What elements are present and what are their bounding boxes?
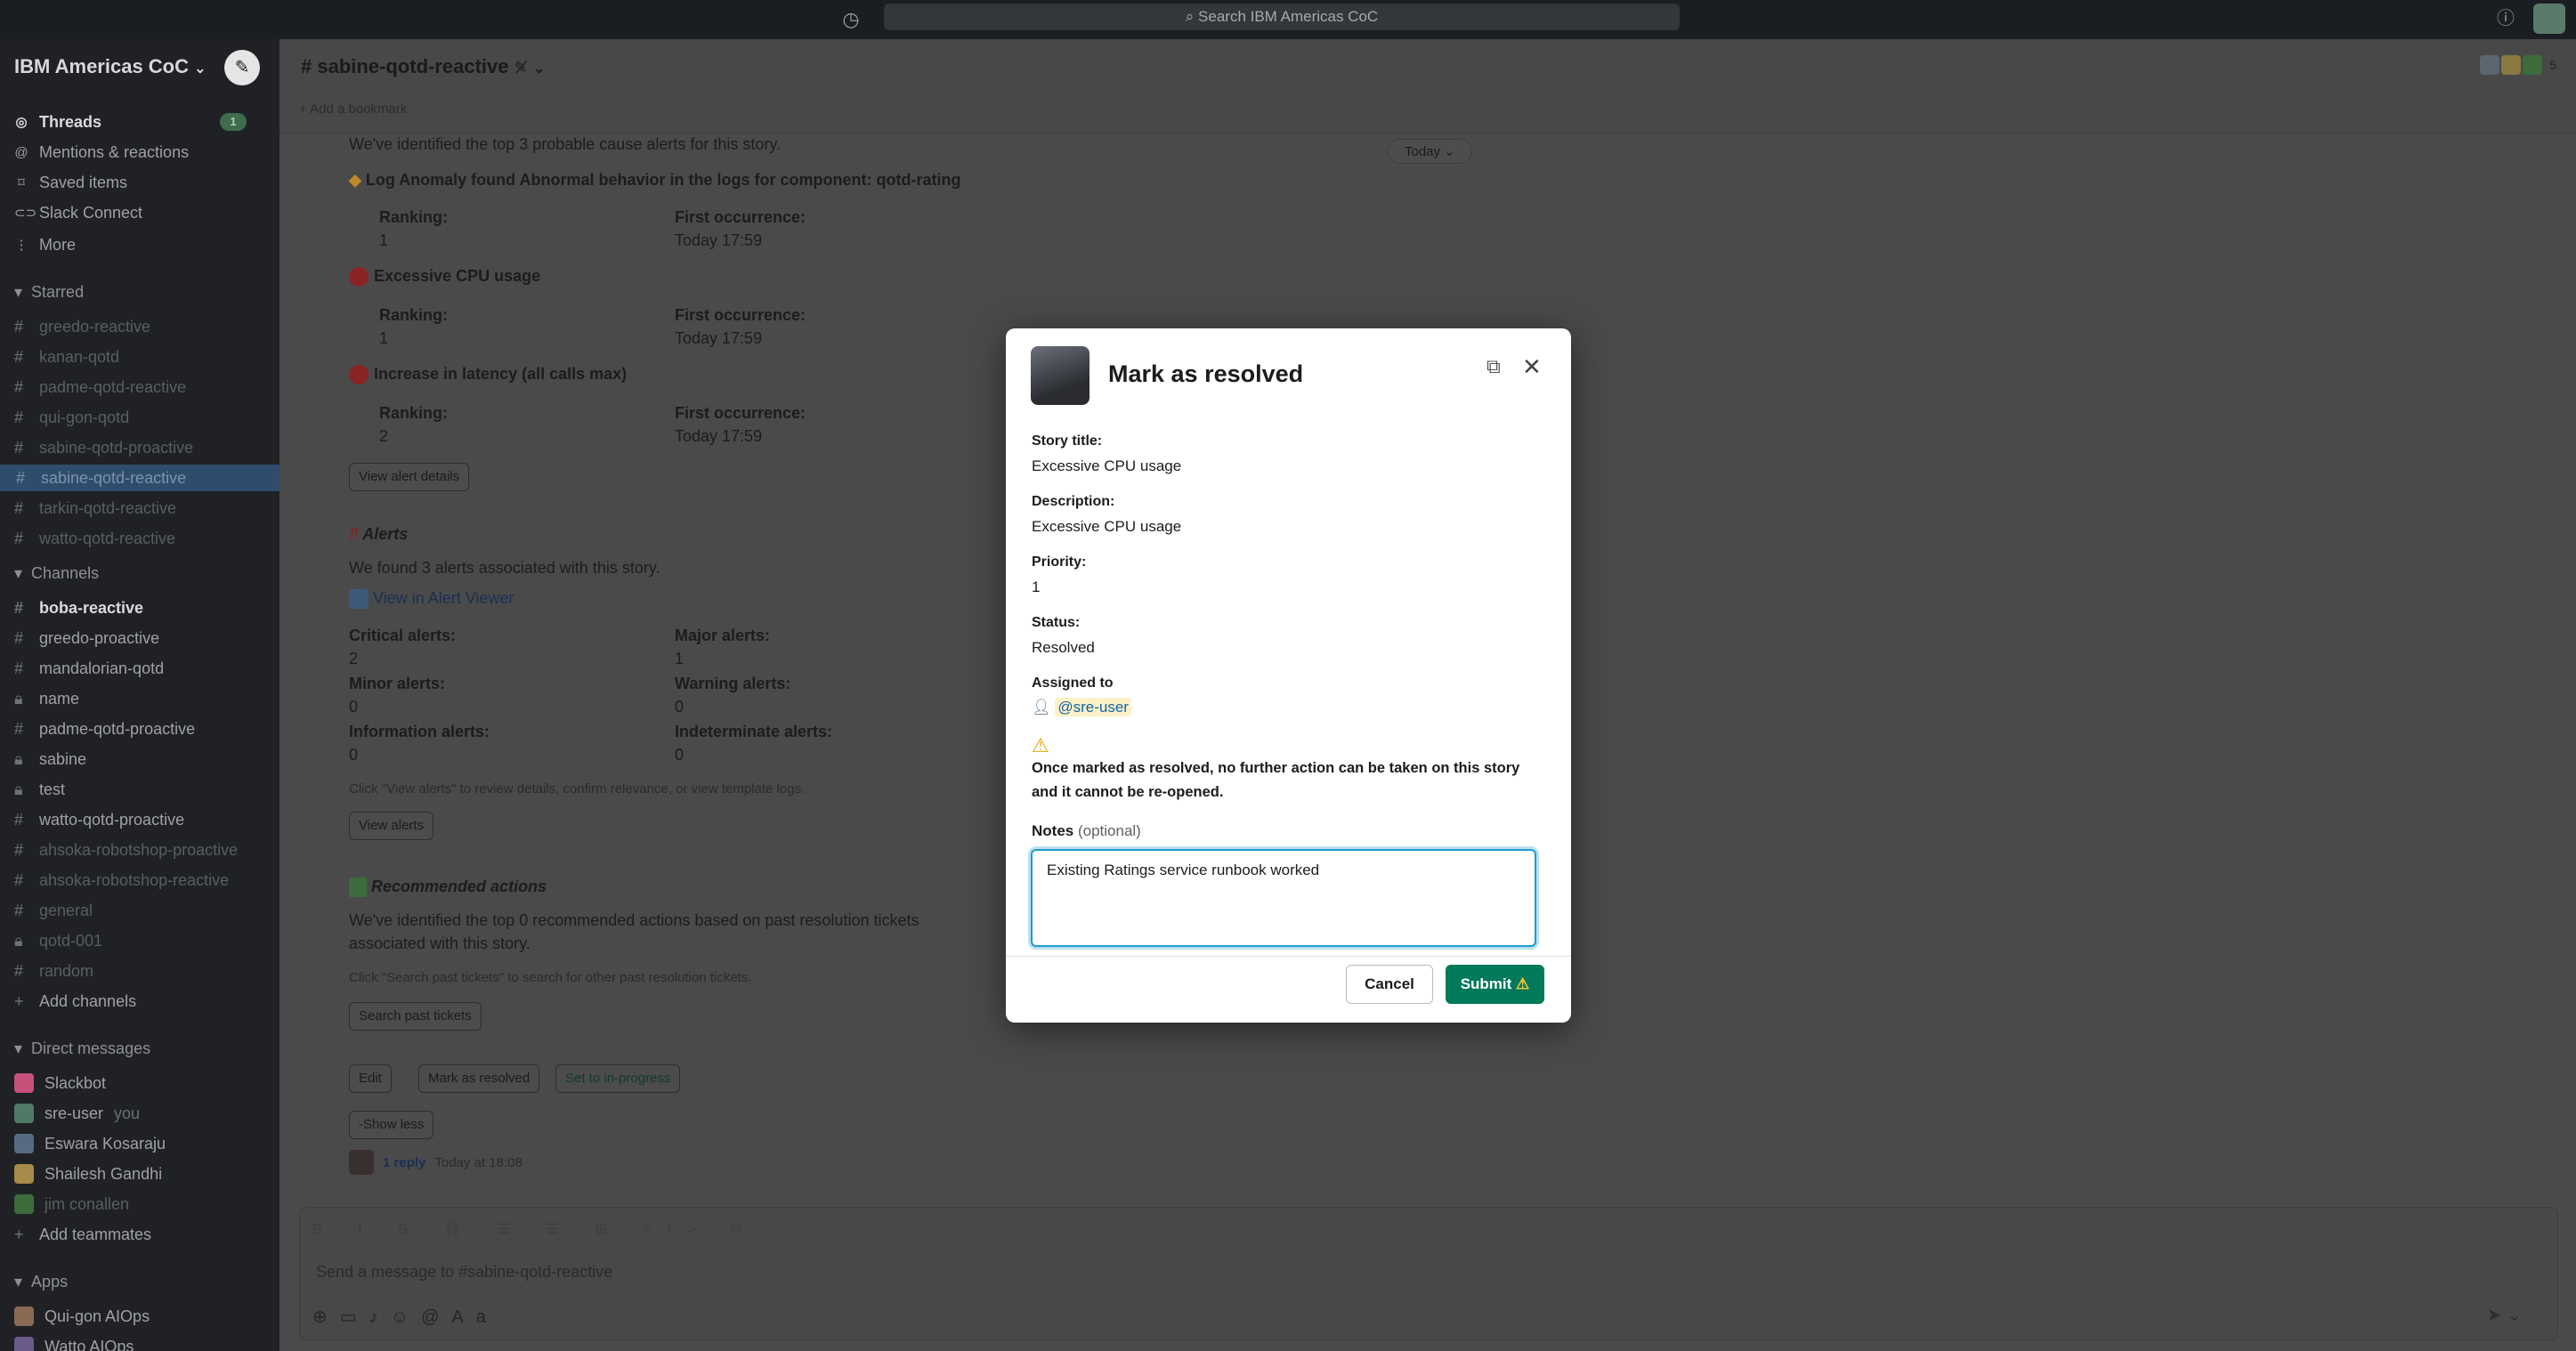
submit-label: Submit [1460,975,1512,992]
user-icon: 👤︎ [1032,699,1051,716]
notes-textarea[interactable]: Existing Ratings service runbook worked [1031,849,1536,947]
notes-label-text: Notes [1032,822,1074,839]
app-avatar [1031,346,1090,405]
warning-icon: ⚠ [1516,975,1530,992]
notes-label: Notes (optional) [1032,822,1141,840]
dialog-title: Mark as resolved [1108,360,1304,387]
story-title-value: Excessive CPU usage [1032,457,1182,474]
open-external-icon[interactable]: ⧉ [1486,355,1501,378]
cancel-button[interactable]: Cancel [1346,965,1433,1004]
description-label: Description: [1032,494,1115,509]
priority-value: 1 [1032,578,1041,595]
description-value: Excessive CPU usage [1032,518,1182,535]
assigned-value: 👤︎ @sre-user [1032,698,1131,716]
submit-button[interactable]: Submit ⚠ [1446,965,1544,1004]
warning-line-2: and it cannot be re-opened. [1032,784,1224,800]
status-value: Resolved [1032,639,1095,656]
story-title-label: Story title: [1032,433,1103,449]
dialog-footer-divider [1006,956,1571,957]
priority-label: Priority: [1032,554,1087,570]
assigned-label: Assigned to [1032,676,1114,691]
mark-as-resolved-dialog: Mark as resolved ⧉ ✕ Story title: Excess… [1006,328,1571,1023]
assigned-mention[interactable]: @sre-user [1055,698,1131,716]
status-label: Status: [1032,615,1081,630]
warning-icon: ⚠ [1032,734,1049,756]
notes-optional: (optional) [1077,822,1141,839]
warning-line-1: Once marked as resolved, no further acti… [1032,760,1520,776]
close-icon[interactable]: ✕ [1522,353,1542,381]
